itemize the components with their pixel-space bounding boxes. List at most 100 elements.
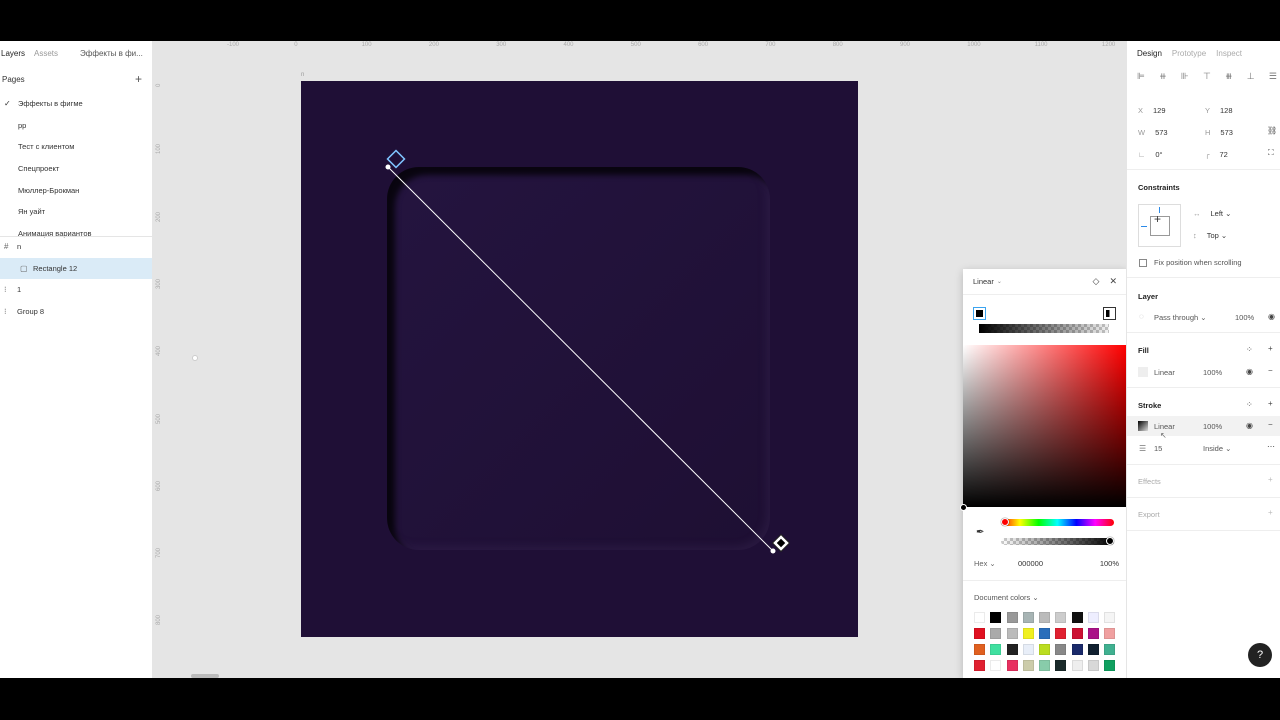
page-item[interactable]: Мюллер-Брокман — [0, 179, 152, 201]
color-swatch[interactable] — [1088, 612, 1100, 623]
add-fill-icon[interactable]: + — [1268, 344, 1273, 353]
color-swatch[interactable] — [1006, 628, 1018, 639]
height-field[interactable]: H 573 — [1205, 128, 1233, 137]
horizontal-constraint-dropdown[interactable]: ↔ Left ⌄ — [1193, 209, 1231, 218]
gradient-stop-start[interactable] — [973, 307, 986, 320]
color-swatch[interactable] — [1006, 612, 1018, 623]
stroke-swatch[interactable] — [1138, 421, 1148, 431]
color-swatch[interactable] — [1022, 660, 1034, 671]
eye-icon[interactable]: ◉ — [1246, 421, 1253, 430]
tab-layers[interactable]: Layers — [1, 49, 25, 58]
color-swatch[interactable] — [990, 660, 1002, 671]
color-swatch[interactable] — [1022, 628, 1034, 639]
eye-icon[interactable]: ◉ — [1268, 312, 1275, 321]
color-opacity-input[interactable]: 100% — [1100, 559, 1119, 568]
fill-type[interactable]: Linear — [1154, 368, 1175, 377]
page-item[interactable]: Спецпроект — [0, 158, 152, 180]
color-swatch[interactable] — [1039, 628, 1051, 639]
hue-slider[interactable] — [1001, 519, 1114, 526]
color-swatch[interactable] — [974, 628, 985, 639]
add-stroke-icon[interactable]: + — [1268, 399, 1273, 408]
color-swatch[interactable] — [1071, 644, 1083, 655]
stroke-type[interactable]: Linear — [1154, 422, 1175, 431]
page-item[interactable]: Ян уайт — [0, 201, 152, 223]
style-icon[interactable]: ◇ — [1093, 276, 1100, 287]
align-right-icon[interactable]: ⊪ — [1181, 71, 1189, 82]
align-top-icon[interactable]: ⊤ — [1203, 71, 1211, 82]
color-format-dropdown[interactable]: Hex ⌄ — [974, 559, 1018, 568]
stroke-opacity-input[interactable]: 100% — [1203, 422, 1222, 431]
eyedropper-icon[interactable]: ✒ — [976, 527, 984, 538]
constraint-widget[interactable]: + — [1138, 204, 1181, 247]
color-swatch[interactable] — [1055, 628, 1067, 639]
add-page-icon[interactable]: + — [135, 73, 142, 85]
help-button[interactable]: ? — [1248, 643, 1272, 667]
alpha-slider[interactable] — [1001, 538, 1114, 545]
layer-item-selected[interactable]: ▢ Rectangle 12 — [0, 257, 152, 280]
page-item[interactable]: pp — [0, 115, 152, 137]
color-swatch[interactable] — [974, 644, 985, 655]
color-swatch[interactable] — [974, 612, 985, 623]
fill-opacity-input[interactable]: 100% — [1203, 368, 1222, 377]
layer-item[interactable]: # n — [0, 236, 152, 258]
color-swatch[interactable] — [1006, 660, 1018, 671]
blend-mode-dropdown[interactable]: Pass through ⌄ — [1154, 313, 1207, 322]
add-effect-icon[interactable]: + — [1268, 475, 1273, 484]
color-swatch[interactable] — [1088, 628, 1100, 639]
color-swatch[interactable] — [1055, 644, 1067, 655]
remove-stroke-icon[interactable]: − — [1268, 420, 1273, 429]
layer-item[interactable]: ⁝ 1 — [0, 279, 152, 301]
corner-radius-field[interactable]: ╭ 72 — [1205, 150, 1228, 159]
hex-input[interactable]: 000000 — [1018, 559, 1100, 568]
stroke-weight-input[interactable]: 15 — [1154, 444, 1162, 453]
color-swatch[interactable] — [990, 612, 1002, 623]
layer-opacity-input[interactable]: 100% — [1235, 313, 1254, 322]
align-left-icon[interactable]: ⊫ — [1137, 71, 1145, 82]
alpha-knob[interactable] — [1106, 537, 1114, 545]
horizontal-scrollbar[interactable] — [191, 674, 219, 678]
color-swatch[interactable] — [1006, 644, 1018, 655]
style-grid-icon[interactable]: ⁘ — [1246, 345, 1253, 354]
x-field[interactable]: X 129 — [1138, 106, 1166, 115]
saturation-value-area[interactable] — [963, 345, 1126, 507]
y-field[interactable]: Y 128 — [1205, 106, 1233, 115]
gradient-stop-end[interactable] — [1103, 307, 1116, 320]
constrain-proportions-icon[interactable]: ⛓ — [1267, 126, 1277, 135]
color-swatch[interactable] — [1055, 660, 1067, 671]
color-swatch[interactable] — [1039, 660, 1051, 671]
current-page-dropdown[interactable]: Эффекты в фи... — [80, 49, 143, 58]
document-colors-dropdown[interactable]: Document colors ⌄ — [974, 593, 1039, 602]
color-swatch[interactable] — [990, 644, 1002, 655]
tab-assets[interactable]: Assets — [34, 49, 58, 58]
align-middle-icon[interactable]: ⧻ — [1225, 71, 1233, 82]
more-options-icon[interactable]: ⋯ — [1267, 442, 1275, 451]
color-swatch[interactable] — [1088, 660, 1100, 671]
align-bottom-icon[interactable]: ⊥ — [1247, 71, 1255, 82]
align-center-h-icon[interactable]: ⧺ — [1159, 71, 1167, 82]
color-swatch[interactable] — [974, 660, 985, 671]
color-swatch[interactable] — [1104, 612, 1116, 623]
color-handle[interactable] — [960, 504, 967, 511]
tab-design[interactable]: Design — [1137, 49, 1162, 58]
canvas-point[interactable] — [192, 355, 198, 361]
gradient-type-dropdown[interactable]: Linear — [973, 277, 994, 286]
gradient-bar[interactable] — [979, 324, 1109, 333]
rotation-field[interactable]: ∟ 0° — [1138, 150, 1163, 159]
color-swatch[interactable] — [1104, 660, 1116, 671]
color-swatch[interactable] — [990, 628, 1002, 639]
color-swatch[interactable] — [1071, 612, 1083, 623]
independent-corners-icon[interactable]: ⛶ — [1268, 148, 1274, 158]
style-grid-icon[interactable]: ⁘ — [1246, 400, 1253, 409]
color-swatch[interactable] — [1104, 644, 1116, 655]
color-swatch[interactable] — [1039, 612, 1051, 623]
page-item[interactable]: Тест с клиентом — [0, 136, 152, 158]
chevron-down-icon[interactable]: ⌄ — [997, 278, 1002, 285]
close-icon[interactable]: ✕ — [1109, 276, 1117, 287]
color-swatch[interactable] — [1071, 628, 1083, 639]
distribute-icon[interactable]: ☰ — [1269, 71, 1277, 82]
color-swatch[interactable] — [1071, 660, 1083, 671]
color-swatch[interactable] — [1055, 612, 1067, 623]
color-swatch[interactable] — [1039, 644, 1051, 655]
add-export-icon[interactable]: + — [1268, 508, 1273, 517]
page-item[interactable]: ✓ Эффекты в фигме — [0, 93, 152, 115]
